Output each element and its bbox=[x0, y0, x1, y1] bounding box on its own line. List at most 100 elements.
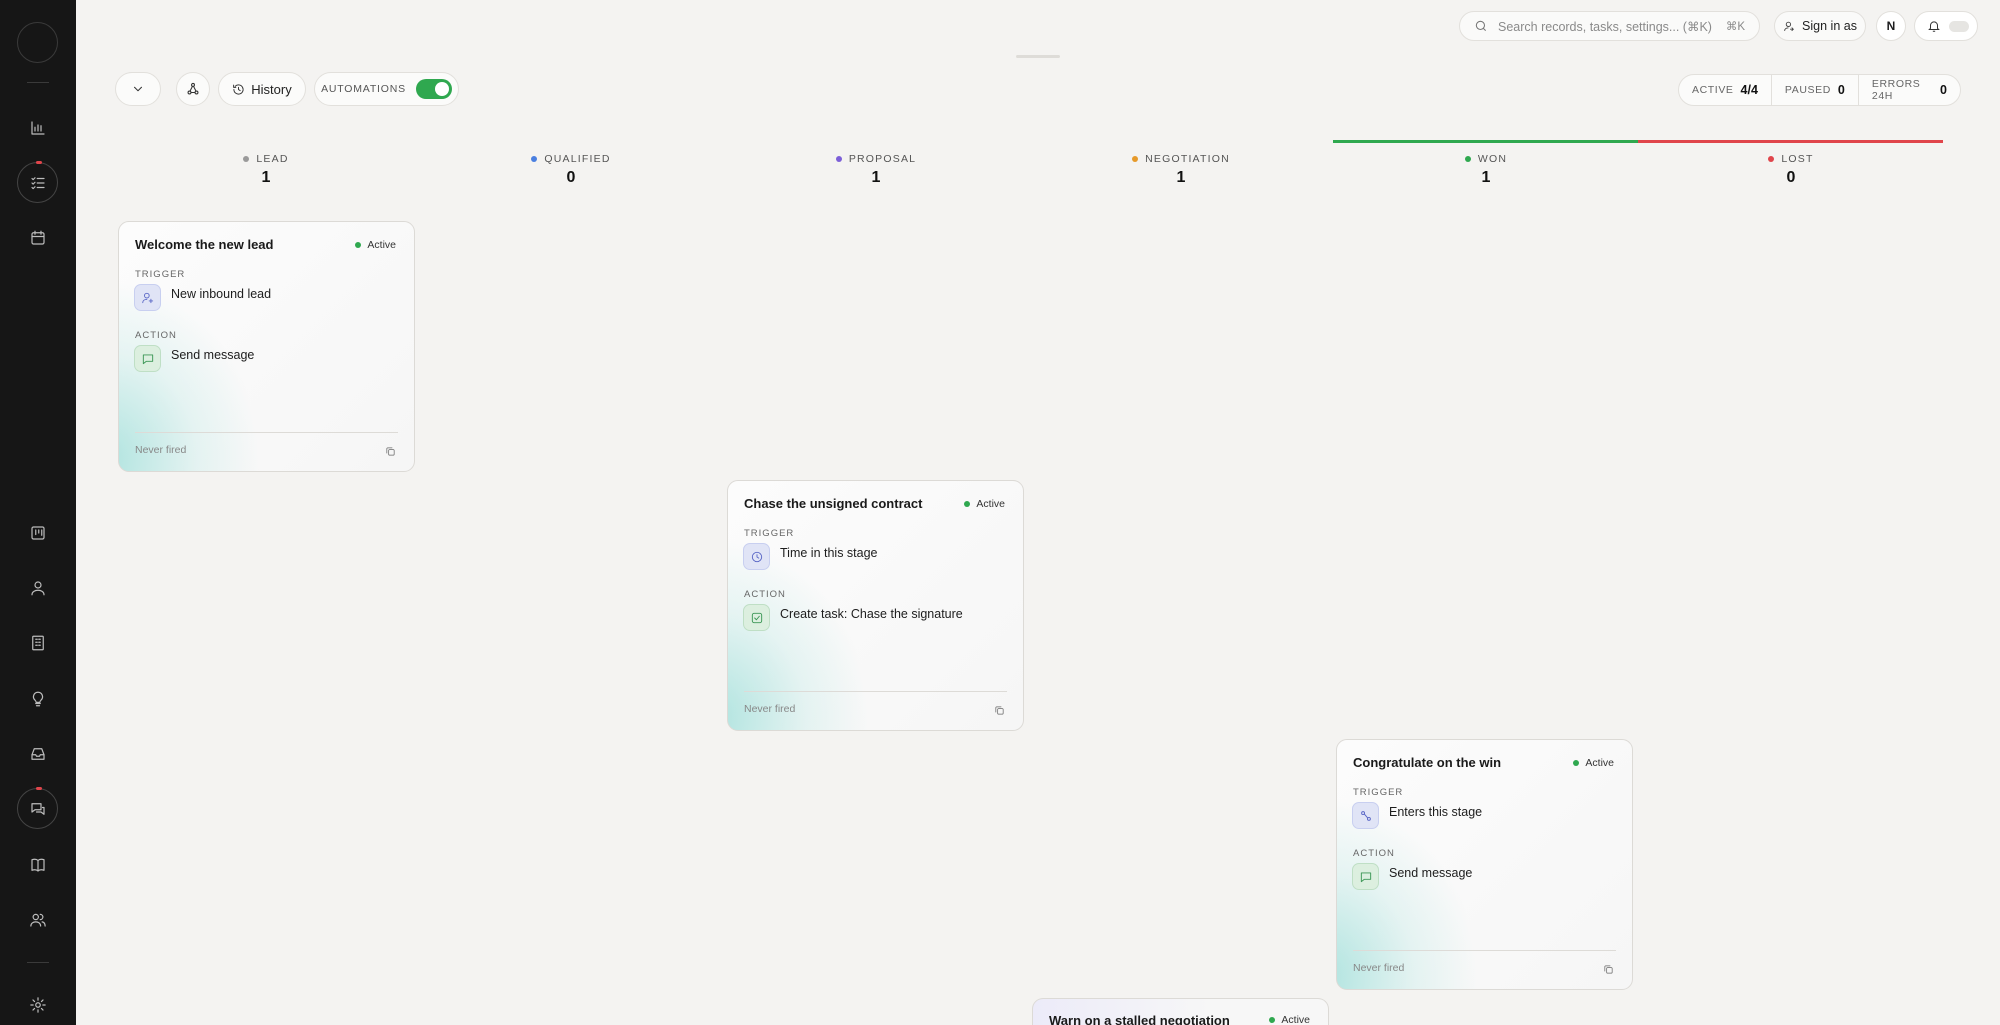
inbox-icon[interactable] bbox=[17, 733, 58, 774]
copy-icon[interactable] bbox=[1603, 962, 1614, 980]
automations-toggle[interactable] bbox=[415, 79, 452, 99]
automation-stats: ACTIVE 4/4 PAUSED 0 ERRORS 24H 0 bbox=[1678, 74, 1961, 106]
copy-icon[interactable] bbox=[994, 703, 1005, 721]
stat-active-value: 4/4 bbox=[1740, 83, 1758, 97]
stage-name: PROPOSAL bbox=[848, 153, 917, 165]
nodes-icon bbox=[187, 82, 199, 95]
avatar[interactable]: N bbox=[1876, 11, 1906, 41]
stage-count: 1 bbox=[1176, 169, 1186, 186]
trigger-text: Time in this stage bbox=[780, 546, 878, 560]
stage-name: QUALIFIED bbox=[544, 153, 611, 165]
lightbulb-icon[interactable] bbox=[17, 678, 58, 719]
trigger-text: New inbound lead bbox=[171, 287, 272, 301]
sign-in-as-button[interactable]: Sign in as bbox=[1774, 11, 1866, 41]
stage-dot bbox=[243, 156, 250, 162]
copy-icon[interactable] bbox=[385, 444, 396, 462]
clock-icon bbox=[743, 543, 770, 570]
status-label: Active bbox=[1281, 1014, 1310, 1025]
automation-card[interactable]: Congratulate on the win Active TRIGGER E… bbox=[1336, 739, 1633, 990]
stage-dot bbox=[1464, 156, 1471, 162]
action-text: Create task: Chase the signature bbox=[780, 607, 963, 621]
card-title: Warn on a stalled negotiation bbox=[1049, 1013, 1230, 1025]
stage-name: WON bbox=[1477, 153, 1508, 165]
card-divider bbox=[1353, 950, 1616, 951]
search-shortcut: ⌘K bbox=[1725, 21, 1745, 33]
action-label: ACTION bbox=[1353, 848, 1395, 859]
sign-in-as-label: Sign in as bbox=[1802, 19, 1857, 33]
stage-dot bbox=[1768, 156, 1775, 162]
history-button[interactable]: History bbox=[218, 72, 306, 106]
building-icon[interactable] bbox=[17, 622, 58, 663]
message-icon bbox=[1352, 863, 1379, 890]
status-badge: Active bbox=[1573, 757, 1614, 769]
automations-label: AUTOMATIONS bbox=[321, 83, 406, 95]
message-icon bbox=[134, 345, 161, 372]
user-plus-icon bbox=[134, 284, 161, 311]
user-icon[interactable] bbox=[17, 567, 58, 608]
stat-paused-label: PAUSED bbox=[1784, 84, 1831, 96]
chevron-down-icon bbox=[133, 86, 143, 92]
stage-lost[interactable]: LOST 0 bbox=[1691, 153, 1891, 187]
trigger-text: Enters this stage bbox=[1389, 805, 1483, 819]
user-switch-icon bbox=[1784, 21, 1794, 31]
automation-card[interactable]: Chase the unsigned contract Active TRIGG… bbox=[727, 480, 1024, 731]
last-fired-text: Never fired bbox=[1353, 962, 1405, 974]
automation-card[interactable]: Welcome the new lead Active TRIGGER New … bbox=[118, 221, 415, 472]
sidebar bbox=[0, 0, 76, 1025]
stage-name: LEAD bbox=[256, 153, 289, 165]
notification-pill bbox=[1949, 20, 1969, 32]
trigger-label: TRIGGER bbox=[135, 269, 186, 280]
tasks-icon[interactable] bbox=[17, 161, 58, 203]
sidebar-divider bbox=[27, 82, 49, 83]
stat-active-label: ACTIVE bbox=[1692, 84, 1734, 96]
card-divider bbox=[744, 691, 1007, 692]
action-text: Send message bbox=[1389, 866, 1473, 880]
collapse-button[interactable] bbox=[115, 72, 161, 106]
stage-count: 1 bbox=[1481, 169, 1491, 186]
status-label: Active bbox=[1585, 757, 1614, 769]
card-title: Chase the unsigned contract bbox=[744, 496, 923, 511]
automations-toggle-group: AUTOMATIONS bbox=[314, 72, 459, 106]
stage-negotiation[interactable]: NEGOTIATION 1 bbox=[1081, 153, 1281, 187]
stage-dot bbox=[531, 156, 538, 162]
status-label: Active bbox=[976, 498, 1005, 510]
status-badge: Active bbox=[355, 239, 396, 251]
calendar-icon[interactable] bbox=[17, 217, 58, 258]
stage-qualified[interactable]: QUALIFIED 0 bbox=[471, 153, 671, 187]
chat-icon[interactable] bbox=[17, 787, 58, 829]
card-title: Congratulate on the win bbox=[1353, 755, 1502, 770]
card-divider bbox=[135, 432, 398, 433]
book-icon[interactable] bbox=[17, 844, 58, 885]
history-icon bbox=[233, 83, 244, 95]
bell-icon bbox=[1928, 21, 1940, 32]
trigger-label: TRIGGER bbox=[1353, 787, 1404, 798]
chart-icon[interactable] bbox=[17, 107, 58, 148]
status-badge: Active bbox=[964, 498, 1005, 510]
last-fired-text: Never fired bbox=[135, 444, 187, 456]
search-input[interactable]: Search records, tasks, settings... (⌘K) … bbox=[1459, 11, 1760, 41]
stage-won[interactable]: WON 1 bbox=[1386, 153, 1586, 187]
stage-lead[interactable]: LEAD 1 bbox=[166, 153, 366, 187]
stat-errors-value: 0 bbox=[1940, 83, 1947, 97]
stage-count: 1 bbox=[871, 169, 881, 186]
card-title: Welcome the new lead bbox=[135, 237, 274, 252]
stage-name: NEGOTIATION bbox=[1145, 153, 1230, 165]
graph-view-button[interactable] bbox=[176, 72, 210, 106]
action-label: ACTION bbox=[744, 589, 786, 600]
drag-handle[interactable] bbox=[1016, 55, 1060, 58]
logo[interactable] bbox=[17, 22, 58, 63]
stat-paused: PAUSED 0 bbox=[1772, 75, 1859, 105]
stage-proposal[interactable]: PROPOSAL 1 bbox=[776, 153, 976, 187]
checkbox-icon bbox=[743, 604, 770, 631]
notifications-button[interactable] bbox=[1914, 11, 1978, 41]
board-icon[interactable] bbox=[17, 512, 58, 553]
stat-active: ACTIVE 4/4 bbox=[1679, 75, 1772, 105]
trigger-label: TRIGGER bbox=[744, 528, 795, 539]
users-icon[interactable] bbox=[17, 899, 58, 940]
stat-paused-value: 0 bbox=[1837, 83, 1845, 97]
stage-count: 0 bbox=[566, 169, 576, 186]
settings-icon[interactable] bbox=[17, 984, 58, 1025]
route-icon bbox=[1352, 802, 1379, 829]
stage-count: 1 bbox=[261, 169, 271, 186]
automation-card[interactable]: Warn on a stalled negotiation Active bbox=[1032, 998, 1329, 1025]
